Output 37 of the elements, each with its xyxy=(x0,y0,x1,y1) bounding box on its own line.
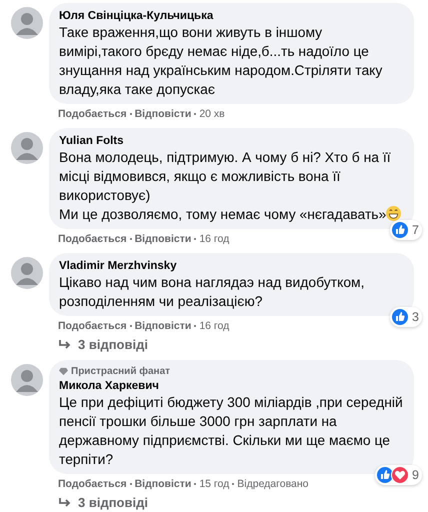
comment-text: Ми це дозволяємо, тому немає чому «нєгадавать» xyxy=(59,206,386,222)
reply-arrow-icon xyxy=(58,496,72,508)
diamond-icon xyxy=(59,367,68,376)
comment-text: Цікаво над чим вона наглядаэ над видобутком, розподіленням чи реалізацією? xyxy=(59,274,364,309)
reply-link[interactable]: Відповісти xyxy=(134,233,192,245)
edited-label: Відредаговано xyxy=(237,478,309,490)
fan-badge-label: Пристрасний фанат xyxy=(71,366,170,377)
comment-text: Таке враження,що вони живуть в іншому вимірі,такого брєду немає ніде,б...ть надоїло це знущання над українським народом.Стріляти таку владу,яка таке допускає xyxy=(59,24,382,97)
comment-time[interactable]: 16 год xyxy=(199,320,230,332)
author-name[interactable]: Юля Свінціцка-Кульчицька xyxy=(59,9,214,23)
author-name[interactable]: Yulian Folts xyxy=(59,134,124,148)
like-link[interactable]: Подобається xyxy=(58,320,127,332)
view-replies-link[interactable]: 3 відповіді xyxy=(58,337,148,352)
comment-text: Вона молодець, підтримую. А чому б ні? Хто б на її місці відмовився, якщо є можливість вона її використовує) xyxy=(59,149,391,203)
author-name[interactable]: Vladimir Merzhvinsky xyxy=(59,259,177,273)
avatar[interactable] xyxy=(11,7,43,39)
thumbs-up-icon xyxy=(391,308,410,326)
reply-link[interactable]: Відповісти xyxy=(134,478,192,490)
reply-link[interactable]: Відповісти xyxy=(134,320,192,332)
reaction-count[interactable]: 3 xyxy=(390,307,422,327)
avatar[interactable] xyxy=(11,257,43,289)
like-link[interactable]: Подобається xyxy=(58,108,127,120)
view-replies-link[interactable]: 3 відповіді xyxy=(58,495,148,510)
thumbs-up-icon xyxy=(391,221,410,239)
reaction-count[interactable]: 7 xyxy=(390,220,422,240)
author-name[interactable]: Микола Харкевич xyxy=(59,379,159,393)
reply-link[interactable]: Відповісти xyxy=(134,108,192,120)
avatar[interactable] xyxy=(11,364,43,396)
reply-arrow-icon xyxy=(58,338,72,350)
like-link[interactable]: Подобається xyxy=(58,233,127,245)
avatar[interactable] xyxy=(11,132,43,164)
comment-time[interactable]: 16 год xyxy=(199,233,230,245)
comment-time[interactable]: 15 год xyxy=(199,478,230,490)
comment-time[interactable]: 20 хв xyxy=(199,108,225,120)
like-link[interactable]: Подобається xyxy=(58,478,127,490)
reaction-count[interactable]: 9 xyxy=(375,465,422,485)
comment-text: Це при дефіциті бюджету 300 міліардів ,при середній пенсії трошки більше 3000 грн зарплати на державному підприємстві. Скільки ми ще маємо це терпіти? xyxy=(59,394,403,467)
